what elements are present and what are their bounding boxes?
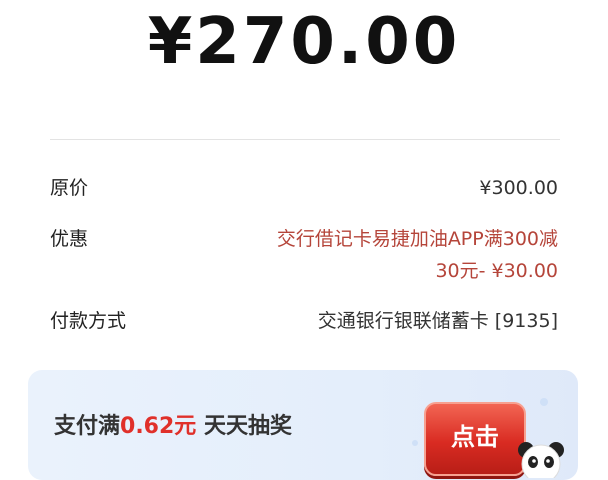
banner-highlight-amount: 0.62元: [120, 414, 197, 439]
divider: [50, 139, 560, 140]
discount-value: 交行借记卡易捷加油APP满300减 30元- ¥30.00: [277, 226, 558, 284]
lottery-click-button[interactable]: 点击: [424, 402, 526, 476]
original-price-label: 原价: [50, 177, 89, 199]
sparkle-icon: [540, 398, 548, 406]
discount-line-1: 交行借记卡易捷加油APP满300减: [276, 228, 558, 250]
payment-amount: ¥270.00: [147, 5, 461, 79]
panda-icon: [518, 442, 564, 478]
banner-suffix: 天天抽奖: [196, 414, 292, 439]
sparkle-icon: [412, 440, 418, 446]
payment-method-value[interactable]: 交通银行银联储蓄卡 [9135]: [318, 308, 558, 334]
original-price-value: ¥300.00: [479, 177, 558, 199]
discount-label: 优惠: [50, 228, 89, 250]
lottery-banner-text: 支付满0.62元 天天抽奖: [54, 412, 292, 442]
payment-method-label: 付款方式: [50, 310, 127, 332]
discount-line-2: 30元- ¥30.00: [435, 260, 558, 282]
banner-prefix: 支付满: [54, 414, 121, 439]
